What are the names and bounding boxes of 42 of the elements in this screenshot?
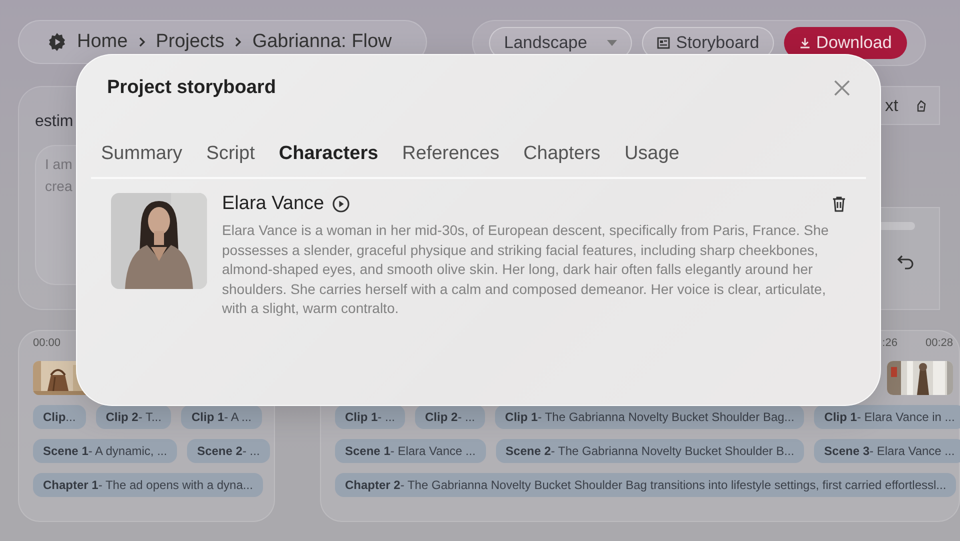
breadcrumb-link[interactable]: Gabrianna: Flow: [252, 31, 392, 53]
download-icon: [799, 37, 812, 49]
close-icon[interactable]: [834, 80, 850, 96]
play-icon[interactable]: [332, 195, 350, 213]
timestamp: :26: [882, 337, 898, 351]
timeline-chip[interactable]: Clip 1- ...: [335, 405, 406, 429]
tab[interactable]: Usage: [614, 143, 690, 165]
timeline-chip[interactable]: Clip 2- T...: [96, 405, 172, 429]
undo-icon[interactable]: [897, 254, 915, 270]
breadcrumb-link[interactable]: Home: [77, 31, 128, 53]
dialog-title: Project storyboard: [107, 77, 276, 99]
timeline-chip[interactable]: Clip 1- The Gabrianna Novelty Bucket Shoulder Bag...: [495, 405, 804, 429]
timeline-chip[interactable]: Scene 2- The Gabrianna Novelty Bucket Shoulder B...: [496, 439, 804, 463]
tab[interactable]: Characters: [268, 143, 388, 165]
breadcrumb-link[interactable]: Projects: [156, 31, 224, 53]
download-button[interactable]: Download: [784, 27, 907, 59]
gear-icon[interactable]: [47, 32, 67, 52]
timeline-chip[interactable]: Scene 3- Elara Vance ...: [814, 439, 960, 463]
timeline-chip[interactable]: Scene 2- ...: [187, 439, 270, 463]
edit-icon: [915, 99, 927, 112]
timeline-chip[interactable]: Scene 1- A dynamic, ...: [33, 439, 178, 463]
chevron-icon: [138, 36, 146, 48]
tab[interactable]: Script: [196, 143, 265, 165]
timeline-chip[interactable]: Clip 2- ...: [415, 405, 486, 429]
character-name: Elara Vance: [222, 193, 324, 215]
timeline-chip[interactable]: Clip...: [33, 405, 86, 429]
character-description: Elara Vance is a woman in her mid-30s, of European descent, specifically from Paris, France. She possesses a slender, graceful physique and striking facial features, including sharp cheekbones, almond-shaped eyes, and smooth olive skin. Her long, dark hair often falls elegantly around her shoulders. She carries herself with a calm and composed demeanor. Her voice is clear, articulate, with a slight, warm contralto.: [222, 221, 830, 318]
timeline-chip[interactable]: Clip 1- Elara Vance in ...: [814, 405, 960, 429]
timeline-chip[interactable]: Scene 1- Elara Vance ...: [335, 439, 486, 463]
tab[interactable]: Summary: [91, 143, 192, 165]
timeline-chip[interactable]: Chapter 1- The ad opens with a dyna...: [33, 473, 263, 497]
timestamp: 00:28: [925, 337, 953, 351]
prompt-text: estim: [35, 113, 74, 131]
storyboard-icon: [657, 37, 670, 49]
timestamp: 00:00: [33, 337, 61, 351]
trash-icon[interactable]: [832, 196, 846, 212]
tab[interactable]: References: [392, 143, 510, 165]
timeline-chip[interactable]: Chapter 2- The Gabrianna Novelty Bucket Shoulder Bag transitions into lifestyle settings, first carried effortlessl...: [335, 473, 956, 497]
tab[interactable]: Chapters: [513, 143, 610, 165]
caret-icon: [607, 40, 617, 46]
timeline-chip[interactable]: Clip 1- A ...: [181, 405, 262, 429]
chevron-icon: [234, 36, 242, 48]
